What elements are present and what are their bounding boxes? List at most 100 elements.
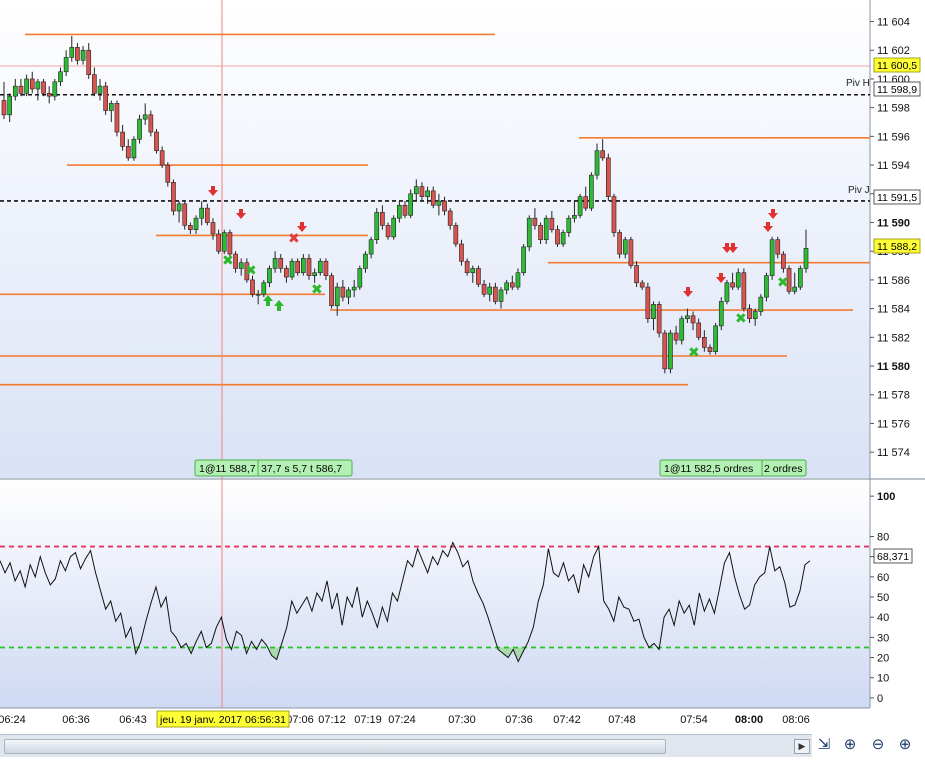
candle-body (340, 286, 346, 298)
candle-body (357, 268, 363, 288)
candle-body (707, 347, 713, 352)
horizontal-scrollbar[interactable]: ▶ (0, 734, 812, 757)
candle-body (442, 200, 447, 212)
candle-body (538, 225, 543, 241)
price-tick-label: 11 578 (877, 390, 910, 402)
zoom-in-icon[interactable]: ⊕ (895, 735, 915, 755)
zoom-out-icon[interactable]: ⊖ (868, 735, 888, 755)
candle-body (255, 293, 261, 296)
candle-body (108, 103, 114, 111)
price-tick-label: 11 584 (877, 304, 910, 316)
scrollbar-thumb[interactable] (4, 739, 666, 754)
candle-body (651, 304, 656, 319)
candle-body (673, 332, 679, 341)
order-box-4-text: 2 ordres (764, 463, 803, 475)
candle-body (594, 150, 600, 176)
price-tick-label: 11 598 (877, 103, 910, 115)
chart-canvas[interactable]: ✖✖✖✖✖✖✖ 11 60411 60211 60011 59811 59611… (0, 0, 925, 760)
candle-body (176, 203, 182, 212)
indicator-tick-label: 60 (877, 572, 889, 584)
exit-cross-icon: ✖ (222, 253, 234, 269)
candle-body (656, 304, 662, 334)
order-box-2[interactable]: 37,7 s 5,7 t 586,7 (257, 459, 353, 477)
last-price-text: 11 588,2 (877, 241, 917, 253)
candle-body (125, 146, 131, 159)
candle-body (380, 212, 385, 226)
candle-body (555, 229, 560, 245)
candle-body (329, 275, 334, 307)
candle-body (577, 196, 583, 216)
candle-body (459, 243, 464, 262)
candle-body (747, 308, 752, 319)
candle-body (685, 315, 690, 319)
candle-body (289, 260, 295, 278)
time-tick-label: 07:48 (608, 714, 636, 726)
candle-body (317, 260, 323, 274)
price-tick-label: 11 576 (877, 418, 910, 430)
candle-body (52, 81, 58, 97)
candle-body (713, 325, 718, 352)
zoom-fit-icon[interactable]: ⊕ (840, 735, 860, 755)
candle-body (662, 332, 668, 370)
pivot-high-text: Piv H (846, 78, 870, 89)
candle-body (80, 49, 86, 61)
candle-body (165, 164, 171, 183)
candle-body (346, 289, 351, 298)
time-tick-label: 07:19 (354, 714, 382, 726)
candle-body (75, 47, 80, 61)
candle-body (210, 222, 216, 235)
candle-body (408, 193, 413, 216)
candle-body (148, 114, 154, 133)
time-tick-label: 07:36 (505, 714, 533, 726)
pivot-high-label: Piv H (846, 78, 870, 89)
time-tick-label: 08:06 (782, 714, 810, 726)
auto-scale-icon[interactable]: ⇲ (814, 735, 834, 755)
candle-body (154, 131, 159, 152)
candle-body (204, 207, 210, 223)
marker-11591-text: 11 591,5 (877, 192, 917, 204)
candle-body (18, 85, 24, 94)
candle-body (188, 225, 193, 230)
candle-body (227, 232, 233, 255)
candle-body (470, 268, 476, 274)
candle-body (295, 260, 301, 274)
pivot-low-text: Piv J (848, 185, 870, 196)
scroll-right-icon[interactable]: ▶ (794, 739, 810, 754)
exit-cross-icon: ✖ (245, 263, 257, 279)
candle-body (334, 286, 340, 307)
order-box-3[interactable]: 1@11 582,5 ordres (659, 459, 765, 477)
cursor-time-text: jeu. 19 janv. 2017 06:56:31 (159, 714, 286, 726)
candle-body (464, 260, 470, 274)
candle-body (589, 174, 594, 209)
candle-body (385, 225, 391, 238)
order-box-1[interactable]: 1@11 588,7 (194, 459, 262, 477)
indicator-axis[interactable]: 10080706050403020100 (870, 491, 895, 705)
candle-body (775, 239, 781, 255)
pivot-low-label: Piv J (848, 185, 870, 196)
time-tick-label: 08:00 (735, 714, 763, 726)
candle-body (476, 268, 481, 285)
exit-cross-icon: ✖ (288, 231, 300, 247)
candle-body (137, 118, 142, 140)
candle-body (351, 286, 357, 291)
time-axis[interactable]: 06:24 06:36 06:43 07:06 07:12 07:19 07:24 07:30… (0, 714, 810, 726)
candle-body (142, 114, 148, 120)
candle-body (628, 239, 634, 266)
candle-body (447, 210, 453, 226)
candle-body (730, 282, 735, 288)
candle-body (250, 279, 255, 295)
candle-body (103, 85, 108, 111)
candle-body (718, 301, 724, 327)
candle-body (639, 282, 645, 288)
price-tick-label: 11 586 (877, 275, 910, 287)
candle-body (600, 150, 606, 159)
candle-body (792, 286, 798, 292)
candle-body (1, 100, 7, 116)
order-box-4[interactable]: 2 ordres (761, 459, 807, 477)
candle-body (430, 190, 436, 206)
price-tick-label: 11 590 (877, 217, 910, 229)
marker-11591: 11 591,5 (873, 189, 921, 205)
candle-body (58, 71, 63, 83)
candle-body (284, 268, 289, 278)
candle-body (724, 282, 730, 302)
